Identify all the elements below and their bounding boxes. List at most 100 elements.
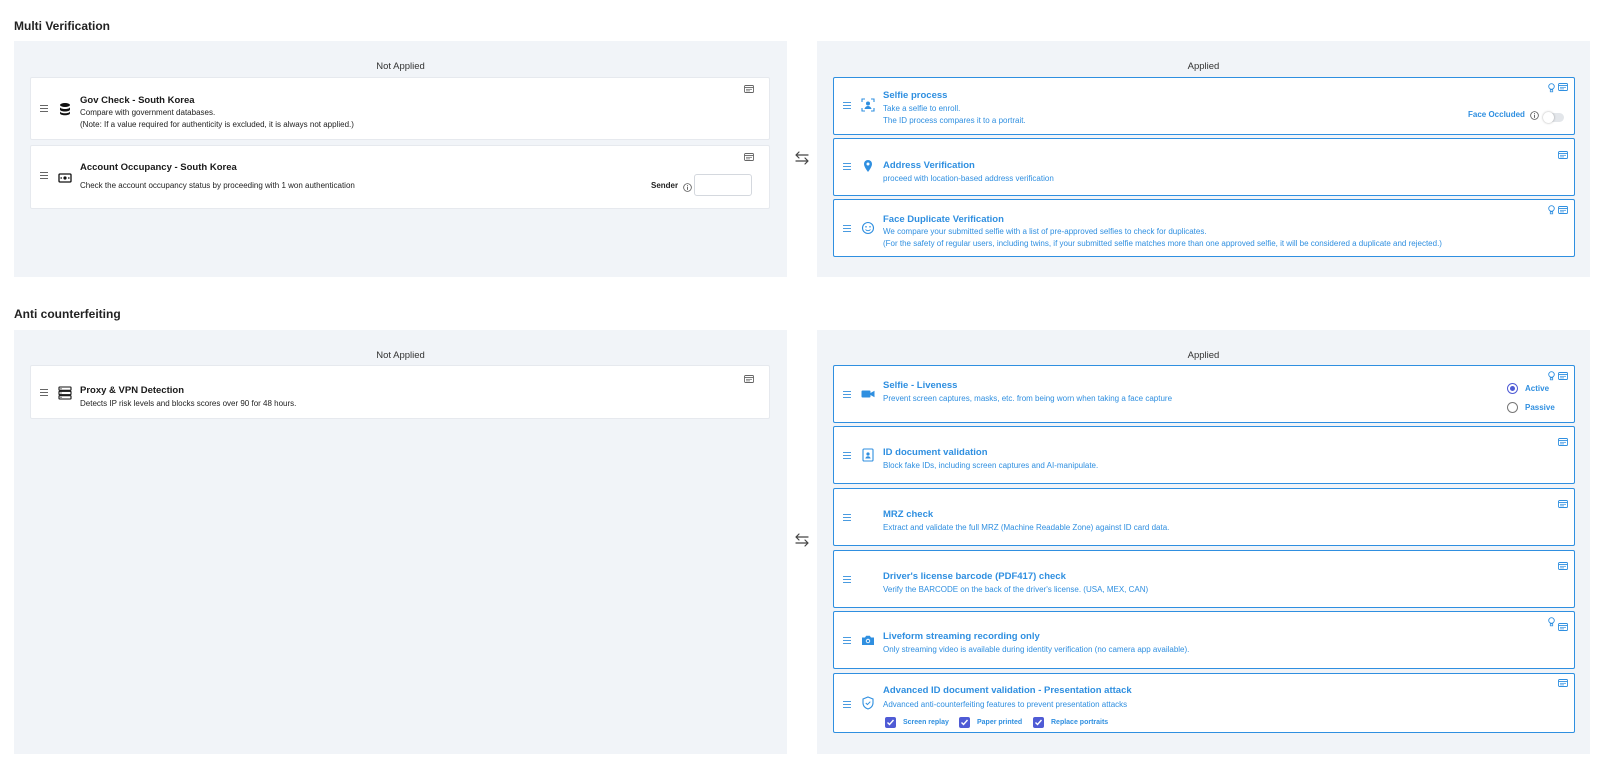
feature-note: The ID process compares it to a portrait… bbox=[883, 116, 1026, 125]
applied-panel: Applied Selfie process Take a selfie to … bbox=[817, 41, 1590, 277]
feature-title: Proxy & VPN Detection bbox=[80, 385, 184, 396]
face-occluded-toggle[interactable] bbox=[1543, 112, 1564, 123]
checkbox-label: Replace portraits bbox=[1051, 719, 1109, 726]
feature-title: MRZ check bbox=[883, 509, 934, 520]
feature-card-selfie-process[interactable]: Selfie process Take a selfie to enroll. … bbox=[833, 77, 1575, 135]
sender-input[interactable] bbox=[694, 174, 752, 196]
card-details-icon[interactable] bbox=[1558, 562, 1568, 570]
card-details-icon[interactable] bbox=[1558, 500, 1568, 508]
drag-handle[interactable] bbox=[843, 225, 851, 233]
drag-handle[interactable] bbox=[40, 172, 48, 180]
feature-title: Selfie - Liveness bbox=[883, 380, 958, 391]
drag-handle[interactable] bbox=[843, 452, 851, 460]
lightbulb-icon[interactable] bbox=[1548, 371, 1555, 381]
not-applied-panel: Not Applied Proxy & VPN Detection Detect… bbox=[14, 330, 787, 754]
feature-note: (Note: If a value required for authentic… bbox=[80, 120, 354, 129]
checkbox-screen-replay[interactable] bbox=[885, 717, 896, 728]
swap-arrows-icon[interactable] bbox=[794, 151, 810, 165]
feature-card-drivers-license-barcode[interactable]: Driver's license barcode (PDF417) check … bbox=[833, 550, 1575, 608]
feature-description: Check the account occupancy status by pr… bbox=[80, 181, 355, 190]
feature-card-gov-check[interactable]: Gov Check - South Korea Compare with gov… bbox=[30, 77, 770, 140]
card-details-icon[interactable] bbox=[1558, 372, 1568, 380]
checkbox-label: Paper printed bbox=[977, 719, 1023, 726]
feature-title: Account Occupancy - South Korea bbox=[80, 162, 237, 173]
feature-description: Detects IP risk levels and blocks scores… bbox=[80, 399, 297, 408]
checkbox-replace-portraits[interactable] bbox=[1033, 717, 1044, 728]
feature-card-proxy-vpn[interactable]: Proxy & VPN Detection Detects IP risk le… bbox=[30, 365, 770, 419]
user-frame-icon bbox=[861, 98, 875, 112]
radio-active[interactable] bbox=[1507, 383, 1518, 394]
card-details-icon[interactable] bbox=[1558, 151, 1568, 159]
feature-title: Address Verification bbox=[883, 160, 975, 171]
card-details-icon[interactable] bbox=[1558, 206, 1568, 214]
video-camera-icon bbox=[861, 390, 875, 398]
info-icon[interactable] bbox=[683, 183, 692, 192]
feature-card-face-duplicate[interactable]: Face Duplicate Verification We compare y… bbox=[833, 199, 1575, 257]
checkbox-paper-printed[interactable] bbox=[959, 717, 970, 728]
sender-label: Sender bbox=[651, 181, 679, 190]
location-pin-icon bbox=[864, 160, 872, 172]
feature-title: Advanced ID document validation - Presen… bbox=[883, 685, 1132, 696]
panel-title: Not Applied bbox=[376, 61, 425, 72]
smiley-icon bbox=[861, 221, 875, 235]
feature-title: Face Duplicate Verification bbox=[883, 214, 1004, 225]
feature-description: proceed with location-based address veri… bbox=[883, 174, 1054, 183]
drag-handle[interactable] bbox=[843, 514, 851, 522]
card-details-icon[interactable] bbox=[744, 153, 754, 161]
feature-description: Block fake IDs, including screen capture… bbox=[883, 461, 1099, 470]
feature-description: Prevent screen captures, masks, etc. fro… bbox=[883, 394, 1173, 403]
lightbulb-icon[interactable] bbox=[1548, 83, 1555, 93]
drag-handle[interactable] bbox=[40, 389, 48, 397]
drag-handle[interactable] bbox=[843, 701, 851, 709]
card-details-icon[interactable] bbox=[1558, 623, 1568, 631]
card-details-icon[interactable] bbox=[1558, 438, 1568, 446]
feature-card-address-verification[interactable]: Address Verification proceed with locati… bbox=[833, 138, 1575, 196]
database-icon bbox=[60, 103, 70, 116]
shield-icon bbox=[862, 696, 874, 710]
lightbulb-icon[interactable] bbox=[1548, 617, 1555, 627]
lightbulb-icon[interactable] bbox=[1548, 205, 1555, 215]
feature-card-selfie-liveness[interactable]: Selfie - Liveness Prevent screen capture… bbox=[833, 365, 1575, 423]
feature-card-account-occupancy[interactable]: Account Occupancy - South Korea Check th… bbox=[30, 145, 770, 209]
feature-description: We compare your submitted selfie with a … bbox=[883, 227, 1207, 236]
feature-description: Verify the BARCODE on the back of the dr… bbox=[883, 585, 1149, 594]
feature-description: Advanced anti-counterfeiting features to… bbox=[883, 700, 1128, 709]
checkbox-label: Screen replay bbox=[903, 719, 949, 726]
id-badge-icon bbox=[862, 448, 874, 462]
radio-passive[interactable] bbox=[1507, 402, 1518, 413]
feature-title: Gov Check - South Korea bbox=[80, 95, 195, 106]
radio-passive-label: Passive bbox=[1525, 403, 1555, 412]
card-details-icon[interactable] bbox=[1558, 83, 1568, 91]
feature-card-mrz-check[interactable]: MRZ check Extract and validate the full … bbox=[833, 488, 1575, 546]
feature-title: Driver's license barcode (PDF417) check bbox=[883, 571, 1066, 582]
card-details-icon[interactable] bbox=[1558, 679, 1568, 687]
drag-handle[interactable] bbox=[843, 391, 851, 399]
drag-handle[interactable] bbox=[843, 163, 851, 171]
drag-handle[interactable] bbox=[40, 105, 48, 113]
feature-description: Extract and validate the full MRZ (Machi… bbox=[883, 523, 1170, 532]
drag-handle[interactable] bbox=[843, 637, 851, 645]
card-details-icon[interactable] bbox=[744, 375, 754, 383]
swap-arrows-icon[interactable] bbox=[794, 533, 810, 547]
feature-description: Take a selfie to enroll. bbox=[883, 104, 961, 113]
feature-title: Selfie process bbox=[883, 90, 948, 101]
drag-handle[interactable] bbox=[843, 576, 851, 584]
server-list-icon bbox=[58, 386, 72, 400]
feature-description: Only streaming video is available during… bbox=[883, 645, 1190, 654]
section-title-multi-verification: Multi Verification bbox=[14, 19, 111, 33]
feature-title: ID document validation bbox=[883, 447, 988, 458]
feature-card-liveform-streaming[interactable]: Liveform streaming recording only Only s… bbox=[833, 611, 1575, 669]
feature-card-id-document-validation[interactable]: ID document validation Block fake IDs, i… bbox=[833, 426, 1575, 484]
camera-icon bbox=[862, 635, 874, 645]
drag-handle[interactable] bbox=[843, 102, 851, 110]
feature-note: (For the safety of regular users, includ… bbox=[883, 239, 1442, 248]
feature-card-advanced-id-validation[interactable]: Advanced ID document validation - Presen… bbox=[833, 673, 1575, 733]
section-title-anti-counterfeiting: Anti counterfeiting bbox=[14, 307, 121, 321]
face-occluded-label: Face Occluded bbox=[1468, 110, 1525, 119]
feature-description: Compare with government databases. bbox=[80, 108, 216, 117]
card-details-icon[interactable] bbox=[744, 85, 754, 93]
panel-title: Applied bbox=[1187, 61, 1220, 72]
info-icon[interactable] bbox=[1530, 111, 1539, 120]
feature-title: Liveform streaming recording only bbox=[883, 631, 1040, 642]
panel-title: Not Applied bbox=[376, 350, 425, 361]
